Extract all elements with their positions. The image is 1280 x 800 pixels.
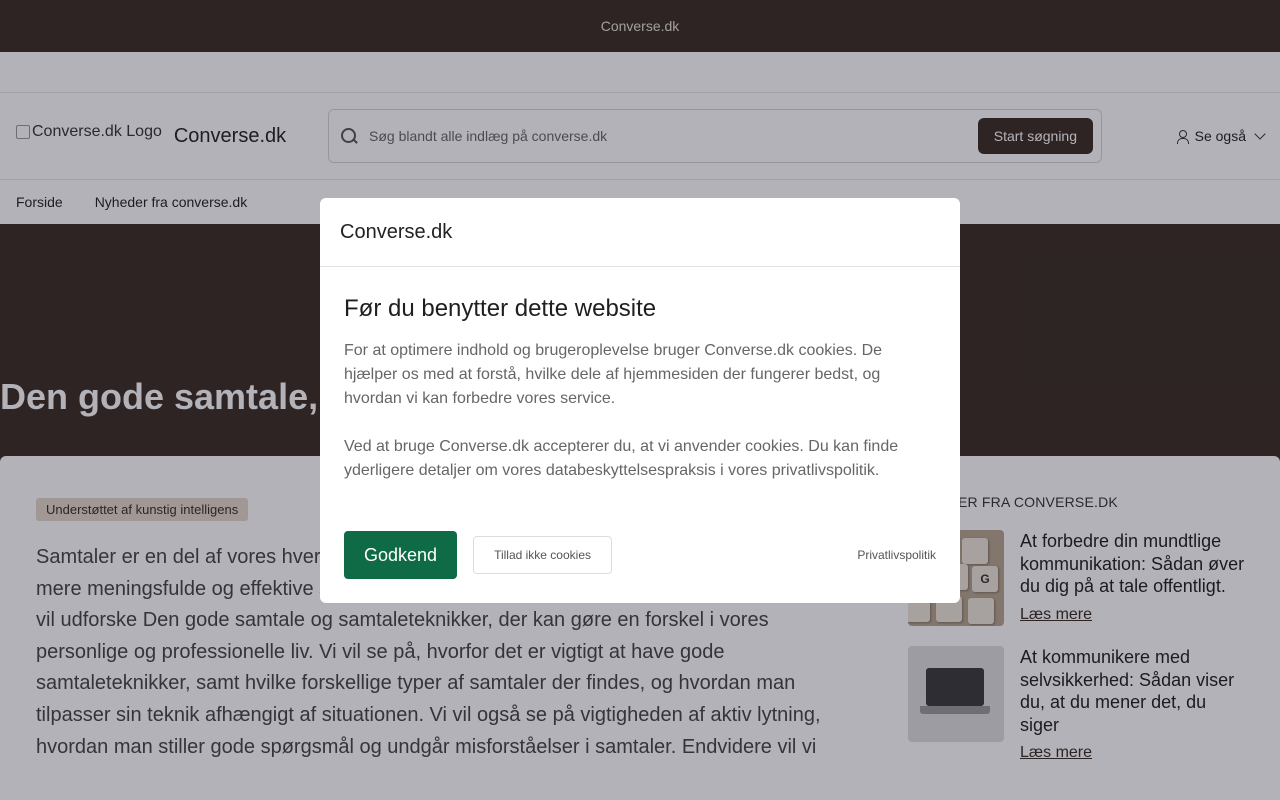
cookie-consent-modal: Converse.dk Før du benytter dette websit… (320, 198, 960, 603)
modal-paragraph-2: Ved at bruge Converse.dk accepterer du, … (344, 438, 899, 479)
modal-body: Før du benytter dette website For at opt… (320, 267, 960, 483)
accept-cookies-button[interactable]: Godkend (344, 531, 458, 579)
deny-cookies-button[interactable]: Tillad ikke cookies (473, 536, 612, 574)
modal-title: Før du benytter dette website (344, 295, 657, 322)
modal-actions: Godkend Tillad ikke cookies Privatlivspo… (344, 531, 936, 579)
modal-header: Converse.dk (320, 198, 960, 267)
modal-paragraph-1: For at optimere indhold og brugeroplevel… (344, 342, 883, 407)
privacy-policy-link[interactable]: Privatlivspolitik (857, 548, 936, 562)
